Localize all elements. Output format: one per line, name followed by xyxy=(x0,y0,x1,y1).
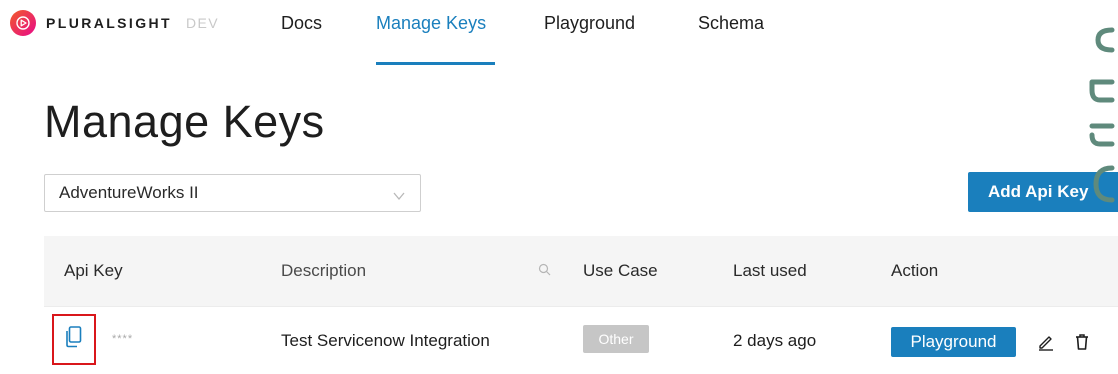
use-case-badge: Other xyxy=(583,325,649,353)
api-keys-table: Api Key Description Use Case Last used A… xyxy=(44,236,1118,374)
copy-key-button[interactable] xyxy=(52,314,96,365)
tab-schema[interactable]: Schema xyxy=(698,13,764,34)
row-description: Test Servicenow Integration xyxy=(281,331,490,350)
tab-docs[interactable]: Docs xyxy=(281,13,322,34)
brand[interactable]: PLURALSIGHT DEV xyxy=(10,10,219,36)
column-header-api-key: Api Key xyxy=(64,261,123,280)
edge-decoration-icon xyxy=(1082,0,1118,220)
row-last-used: 2 days ago xyxy=(733,331,817,350)
table-row: **** Test Servicenow Integration Other 2… xyxy=(44,306,1118,374)
top-navigation: PLURALSIGHT DEV Docs Manage Keys Playgro… xyxy=(0,0,1118,65)
column-header-last-used: Last used xyxy=(733,261,807,280)
column-header-use-case: Use Case xyxy=(583,261,658,280)
brand-name: PLURALSIGHT xyxy=(46,15,172,31)
brand-suffix: DEV xyxy=(185,15,219,31)
column-header-action: Action xyxy=(891,261,939,280)
playground-button[interactable]: Playground xyxy=(891,327,1016,357)
edit-icon[interactable] xyxy=(1036,332,1056,352)
active-tab-indicator xyxy=(376,62,495,65)
organization-select[interactable]: AdventureWorks II xyxy=(44,174,421,212)
delete-icon[interactable] xyxy=(1072,332,1092,352)
table-header: Api Key Description Use Case Last used A… xyxy=(44,236,1118,306)
page-title: Manage Keys xyxy=(44,96,325,147)
masked-api-key: **** xyxy=(112,333,134,345)
organization-select-value: AdventureWorks II xyxy=(59,183,199,202)
column-header-description: Description xyxy=(281,261,367,280)
search-icon[interactable] xyxy=(538,263,552,282)
tab-playground[interactable]: Playground xyxy=(544,13,635,34)
copy-icon xyxy=(64,325,84,354)
chevron-down-icon xyxy=(392,187,406,207)
pluralsight-logo-icon xyxy=(10,10,36,36)
tab-manage-keys[interactable]: Manage Keys xyxy=(376,13,486,34)
